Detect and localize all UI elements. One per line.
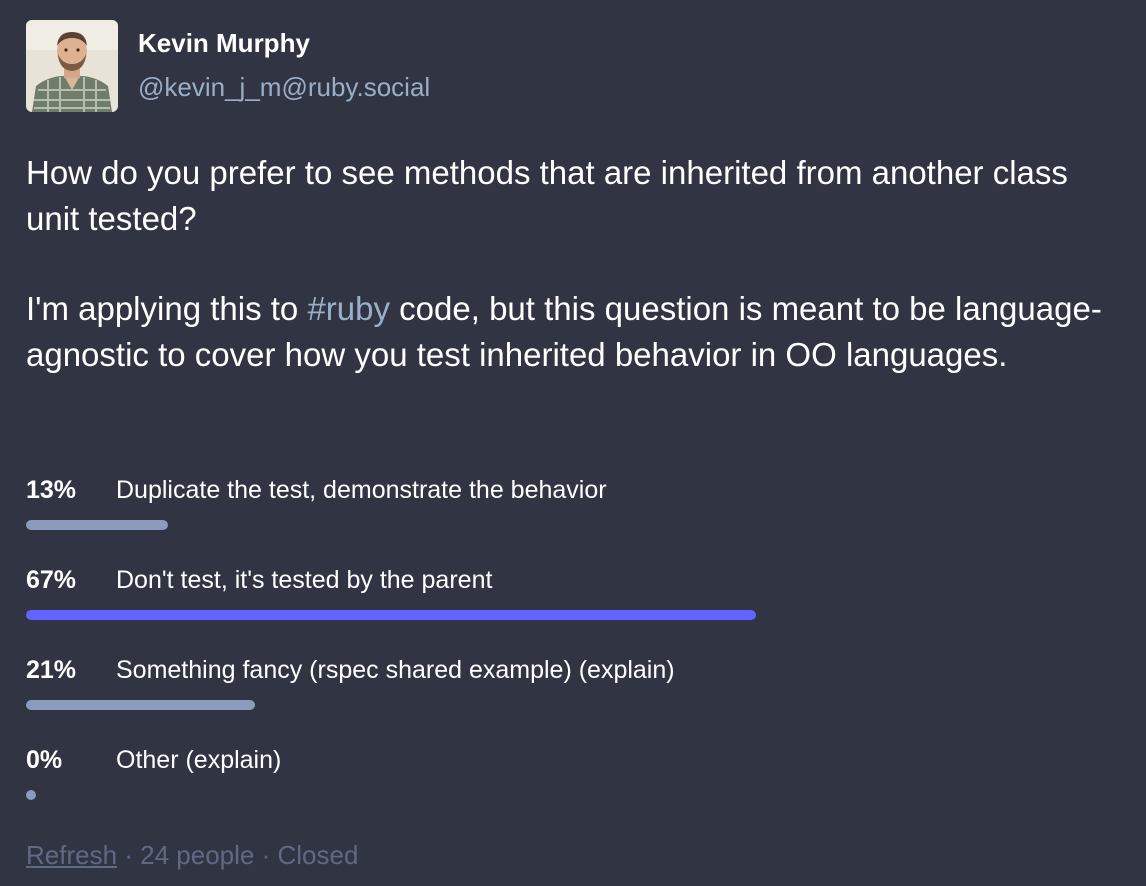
- poll-option: 67% Don't test, it's tested by the paren…: [26, 560, 1120, 650]
- poll-option-label: Don't test, it's tested by the parent: [116, 565, 493, 594]
- footer-separator: ·: [117, 840, 141, 870]
- poll-option-bar: [26, 520, 168, 530]
- status-content: How do you prefer to see methods that ar…: [26, 150, 1126, 422]
- poll-option-percent: 0%: [26, 745, 63, 774]
- post-paragraph: I'm applying this to #ruby code, but thi…: [26, 286, 1126, 378]
- poll-option: 21% Something fancy (rspec shared exampl…: [26, 650, 1120, 740]
- poll-option-label: Something fancy (rspec shared example) (…: [116, 655, 675, 684]
- poll: 13% Duplicate the test, demonstrate the …: [26, 470, 1120, 830]
- poll-option-label: Other (explain): [116, 745, 282, 774]
- refresh-link[interactable]: Refresh: [26, 840, 117, 870]
- author-display-name[interactable]: Kevin Murphy: [138, 28, 430, 58]
- poll-option-bar: [26, 700, 255, 710]
- poll-footer: Refresh · 24 people · Closed: [26, 838, 358, 872]
- author-names: Kevin Murphy @kevin_j_m@ruby.social: [138, 20, 430, 102]
- hashtag-link[interactable]: #ruby: [307, 290, 390, 327]
- poll-option-percent: 67%: [26, 565, 77, 594]
- avatar-image: [26, 20, 118, 112]
- poll-voter-count: 24 people: [140, 840, 255, 870]
- poll-option-percent: 21%: [26, 655, 77, 684]
- author-handle[interactable]: @kevin_j_m@ruby.social: [138, 72, 430, 102]
- poll-status: Closed: [277, 840, 359, 870]
- poll-option-bar: [26, 610, 756, 620]
- poll-option-bar: [26, 790, 36, 800]
- poll-option: 0% Other (explain): [26, 740, 1120, 830]
- status-header: Kevin Murphy @kevin_j_m@ruby.social: [26, 20, 430, 112]
- poll-option: 13% Duplicate the test, demonstrate the …: [26, 470, 1120, 560]
- post-paragraph: How do you prefer to see methods that ar…: [26, 154, 1068, 237]
- poll-option-label: Duplicate the test, demonstrate the beha…: [116, 475, 607, 504]
- post-text: I'm applying this to: [26, 290, 308, 327]
- footer-separator: ·: [254, 840, 278, 870]
- avatar[interactable]: [26, 20, 118, 112]
- poll-option-percent: 13%: [26, 475, 77, 504]
